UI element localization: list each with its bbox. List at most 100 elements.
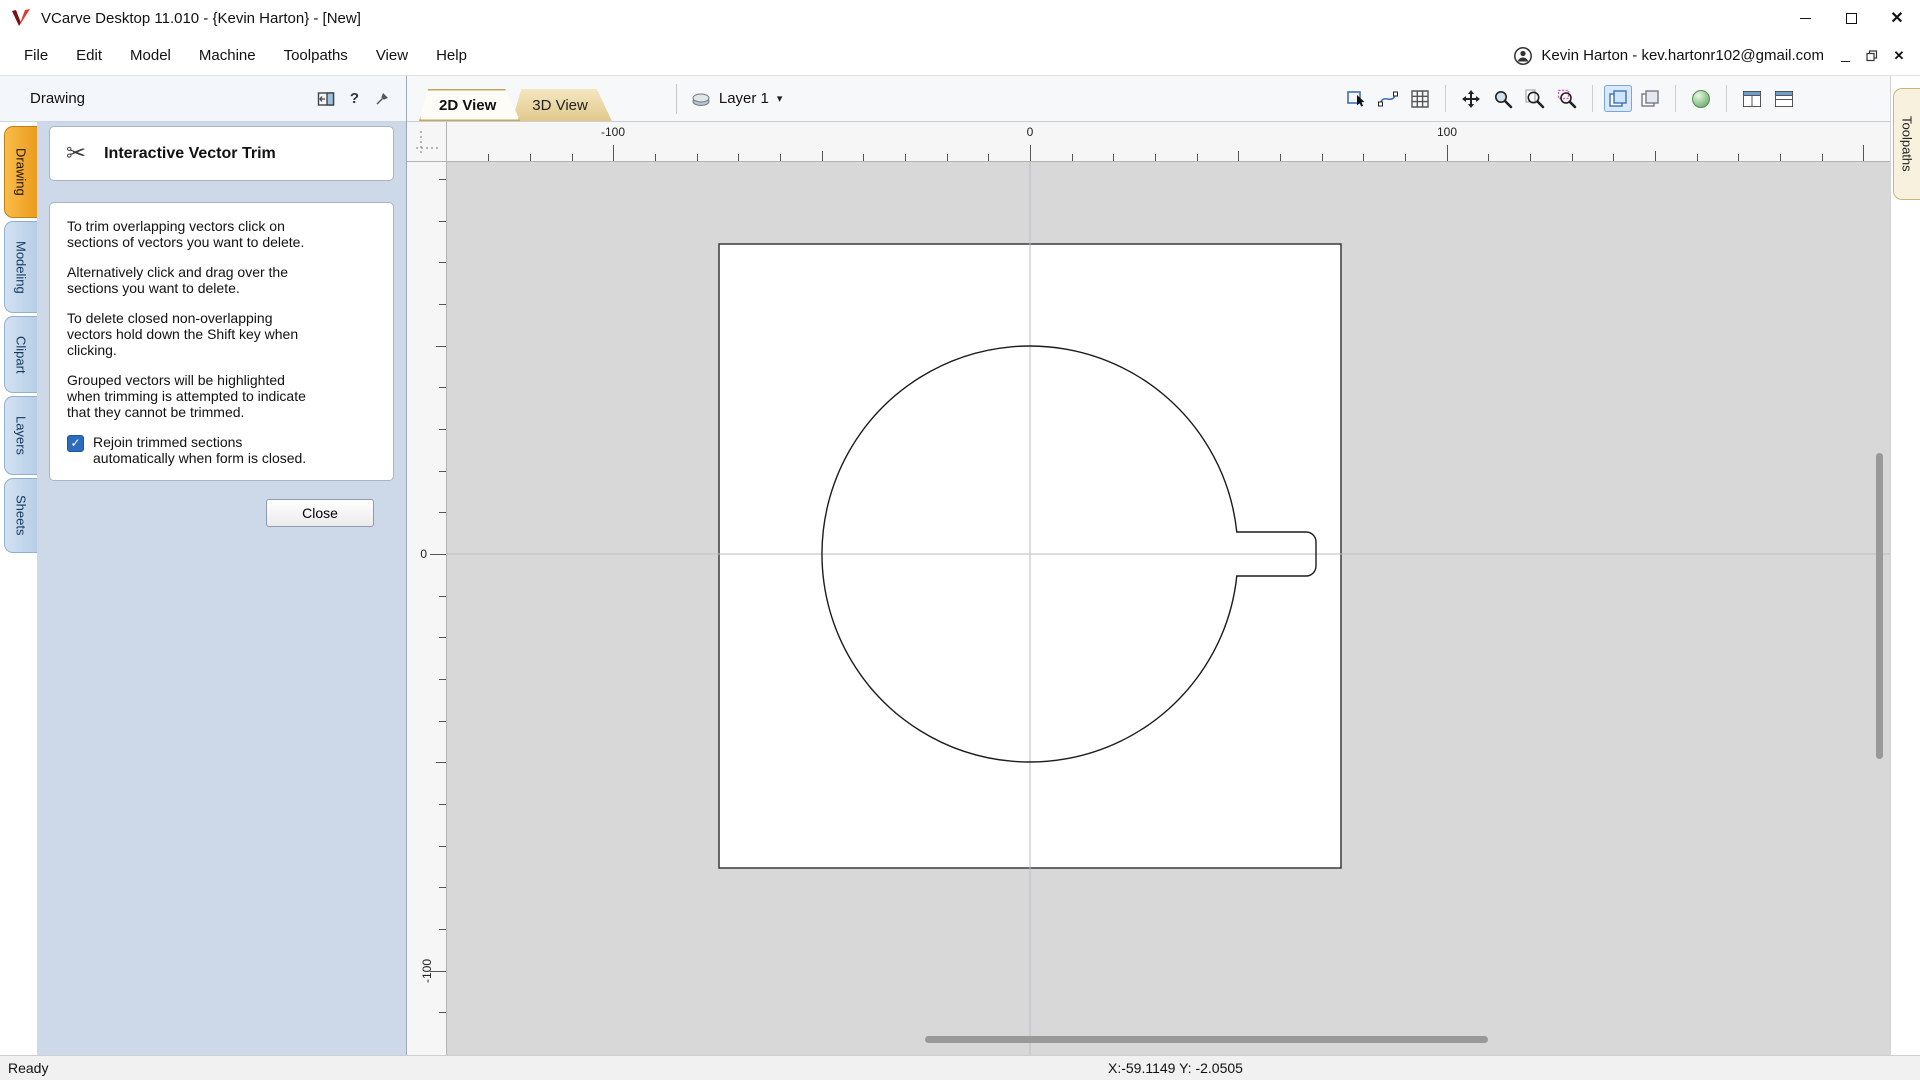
zoom-to-drawing-icon[interactable] (1521, 85, 1549, 112)
instruction-paragraph: Alternatively click and drag over the se… (67, 263, 288, 297)
header-separator (675, 83, 677, 114)
vertical-ruler: 0 -100 (407, 162, 447, 1055)
pan-view-icon[interactable] (1457, 85, 1485, 112)
close-icon: ✕ (1890, 10, 1904, 27)
mdi-restore-icon (1866, 49, 1878, 61)
panel-header: Drawing ? (0, 76, 406, 122)
ruler-corner (407, 122, 447, 162)
xy-datum-corner-icon (415, 130, 438, 153)
horizontal-ruler: -100 0 100 (447, 122, 1890, 162)
view-toolbar (1342, 85, 1798, 112)
help-icon[interactable]: ? (350, 90, 359, 107)
rejoin-checkbox-row: ✓ Rejoin trimmed sections automatically … (67, 434, 376, 467)
menu-toolpaths[interactable]: Toolpaths (270, 38, 362, 73)
account-button[interactable]: Kevin Harton - kev.hartonr102@gmail.com (1513, 46, 1824, 66)
mdi-minimize-icon (1840, 60, 1850, 62)
account-person-icon (1514, 46, 1533, 65)
sidebar-tab-clipart[interactable]: Clipart (4, 316, 37, 393)
menu-file[interactable]: File (10, 38, 62, 73)
menu-edit[interactable]: Edit (62, 38, 116, 73)
minimize-icon (1799, 17, 1811, 19)
horizontal-scrollbar-thumb[interactable] (925, 1036, 1488, 1043)
instruction-paragraph: To trim overlapping vectors click on sec… (67, 218, 305, 251)
maximize-icon (1845, 12, 1857, 24)
vcarve-logo-icon (12, 9, 30, 26)
mdi-close-icon: ✕ (1893, 47, 1905, 63)
menu-machine[interactable]: Machine (185, 38, 270, 73)
mdi-window-controls: ✕ (1836, 47, 1908, 65)
snap-grid-icon[interactable] (1406, 85, 1434, 112)
window-title: VCarve Desktop 11.010 - {Kevin Harton} -… (41, 9, 361, 27)
window-controls: ✕ (1782, 0, 1920, 36)
zoom-interactive-icon[interactable] (1489, 85, 1517, 112)
toolbar-separator (1592, 85, 1593, 112)
scissors-icon: ✂ (66, 140, 87, 167)
layer-icon (692, 93, 710, 106)
layer-name: Layer 1 (718, 90, 769, 107)
h-ruler-label: -100 (600, 125, 626, 139)
tile-windows-horizontal-icon[interactable] (1738, 85, 1766, 112)
drawing-canvas[interactable] (447, 162, 1890, 1055)
sidebar-tab-sheets[interactable]: Sheets (4, 478, 37, 553)
status-coordinates: X:-59.1149 Y: -2.0505 (1108, 1060, 1243, 1076)
tab-3d-view[interactable]: 3D View (512, 89, 612, 121)
select-vectors-icon[interactable] (1342, 85, 1370, 112)
rotate-3d-view-icon[interactable] (1687, 85, 1715, 112)
tab-toolpaths[interactable]: Toolpaths (1893, 88, 1920, 200)
panel-body: Drawing Modeling Clipart Layers Sheets ✂… (0, 122, 406, 1055)
dock-panel-icon[interactable] (317, 91, 335, 107)
mdi-close-button[interactable]: ✕ (1890, 47, 1908, 65)
toggle-2d-toolpath-drawing-icon[interactable] (1604, 85, 1632, 112)
mdi-restore-button[interactable] (1863, 47, 1881, 65)
ruler-row: -100 0 100 (407, 122, 1890, 162)
menu-view[interactable]: View (362, 38, 422, 73)
node-edit-icon[interactable] (1374, 85, 1402, 112)
close-tool-button[interactable]: Close (266, 498, 374, 527)
toggle-solid-toolpath-drawing-icon[interactable] (1636, 85, 1664, 112)
tile-windows-vertical-icon[interactable] (1770, 85, 1798, 112)
minimize-button[interactable] (1782, 0, 1828, 36)
instruction-paragraph: Grouped vectors will be highlighted when… (67, 371, 306, 421)
account-label: Kevin Harton - kev.hartonr102@gmail.com (1541, 47, 1824, 64)
sidebar-tab-modeling[interactable]: Modeling (4, 221, 37, 313)
sidebar-tab-drawing[interactable]: Drawing (4, 126, 37, 218)
rejoin-checkbox[interactable]: ✓ (67, 434, 84, 452)
mdi-minimize-button[interactable] (1836, 47, 1854, 65)
layer-selector[interactable]: Layer 1 ▾ (691, 90, 783, 108)
panel-title: Drawing (30, 90, 86, 107)
toolbar-separator (1726, 85, 1727, 112)
rejoin-checkbox-label: Rejoin trimmed sections automatically wh… (93, 433, 307, 467)
maximize-button[interactable] (1828, 0, 1874, 36)
status-ready: Ready (8, 1060, 49, 1076)
h-ruler-label: 100 (1436, 125, 1458, 139)
vertical-scrollbar-thumb[interactable] (1876, 453, 1883, 759)
drawing-panel: ✂ Interactive Vector Trim To trim overla… (37, 122, 406, 1055)
view-header: 2D View 3D View Layer 1 ▾ (407, 76, 1890, 122)
tool-title: Interactive Vector Trim (104, 144, 276, 162)
v-ruler-label: 0 (420, 547, 427, 561)
main-column: 2D View 3D View Layer 1 ▾ -100 0 100 0 -… (407, 76, 1890, 1055)
instruction-paragraph: To delete closed non-overlapping vectors… (67, 309, 299, 359)
titlebar: VCarve Desktop 11.010 - {Kevin Harton} -… (0, 0, 1920, 36)
tool-title-box: ✂ Interactive Vector Trim (49, 126, 394, 181)
close-row: Close (47, 481, 396, 527)
chevron-down-icon: ▾ (776, 93, 783, 105)
panel-header-icons: ? (317, 90, 390, 107)
menubar: File Edit Model Machine Toolpaths View H… (0, 36, 1920, 76)
sidebar-tab-layers[interactable]: Layers (4, 396, 37, 475)
body: Drawing ? Drawing Modeling Clipart Layer… (0, 76, 1920, 1055)
left-tabstrip: Drawing Modeling Clipart Layers Sheets (0, 122, 37, 1055)
pin-panel-icon[interactable] (374, 91, 390, 107)
left-column: Drawing ? Drawing Modeling Clipart Layer… (0, 76, 407, 1055)
h-ruler-label: 0 (1026, 125, 1034, 139)
menu-model[interactable]: Model (116, 38, 185, 73)
menu-help[interactable]: Help (422, 38, 481, 73)
zoom-to-selection-icon[interactable] (1553, 85, 1581, 112)
app-window: VCarve Desktop 11.010 - {Kevin Harton} -… (0, 0, 1920, 1080)
toolbar-separator (1675, 85, 1676, 112)
instructions-box: To trim overlapping vectors click on sec… (49, 202, 394, 481)
canvas-row: 0 -100 (407, 162, 1890, 1055)
close-button[interactable]: ✕ (1874, 0, 1920, 36)
canvas-scene (447, 162, 1890, 1055)
tab-2d-view[interactable]: 2D View (419, 89, 520, 121)
